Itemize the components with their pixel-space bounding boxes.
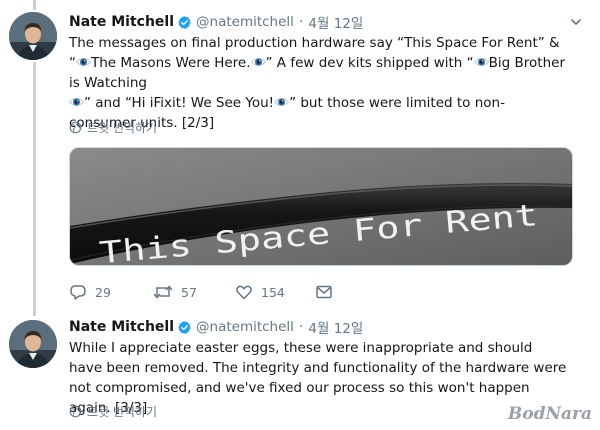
verified-badge-icon bbox=[178, 320, 191, 334]
author-handle[interactable]: @natemitchell bbox=[196, 319, 294, 335]
like-count: 154 bbox=[261, 284, 285, 300]
translate-label: 트윗 번역하기 bbox=[87, 404, 158, 419]
avatar[interactable] bbox=[9, 320, 57, 368]
globe-icon bbox=[69, 405, 82, 418]
eye-icon bbox=[76, 56, 91, 68]
eye-icon bbox=[474, 56, 489, 68]
text-segment: ” and “Hi iFixit! We See You! bbox=[84, 95, 275, 111]
author-name[interactable]: Nate Mitchell bbox=[69, 14, 174, 30]
cable-photo: This Space For Rent bbox=[70, 148, 572, 265]
text-segment: ” A few dev kits shipped with “ bbox=[265, 55, 474, 71]
tweet-media-image[interactable]: This Space For Rent bbox=[69, 147, 573, 266]
separator: · bbox=[298, 14, 304, 30]
retweet-button[interactable]: 57 bbox=[153, 283, 235, 301]
thread-connector-top bbox=[33, 0, 36, 10]
translate-label: 트윗 번역하기 bbox=[87, 120, 158, 135]
text-segment: The Masons Were Here. bbox=[91, 55, 251, 71]
direct-message-button[interactable] bbox=[315, 283, 341, 301]
reply-count: 29 bbox=[95, 284, 111, 300]
heart-icon bbox=[236, 285, 252, 300]
tweet-date[interactable]: 4월 12일 bbox=[308, 317, 363, 337]
globe-icon bbox=[69, 121, 82, 134]
retweet-count: 57 bbox=[181, 284, 197, 300]
eye-icon bbox=[251, 56, 266, 68]
reply-button[interactable]: 29 bbox=[69, 283, 153, 301]
eye-icon bbox=[274, 96, 289, 108]
author-name[interactable]: Nate Mitchell bbox=[69, 319, 174, 335]
retweet-icon bbox=[153, 285, 173, 299]
author-handle[interactable]: @natemitchell bbox=[196, 14, 294, 30]
reply-icon bbox=[70, 285, 86, 300]
translate-tweet-link[interactable]: 트윗 번역하기 bbox=[69, 403, 157, 419]
tweet-date[interactable]: 4월 12일 bbox=[308, 12, 363, 32]
watermark: BodNara bbox=[507, 404, 592, 424]
eye-icon bbox=[69, 96, 84, 108]
like-button[interactable]: 154 bbox=[235, 283, 315, 301]
envelope-icon bbox=[316, 285, 332, 299]
avatar[interactable] bbox=[9, 12, 57, 60]
chevron-down-icon[interactable] bbox=[570, 16, 582, 28]
verified-badge-icon bbox=[178, 15, 191, 29]
translate-tweet-link[interactable]: 트윗 번역하기 bbox=[69, 119, 157, 135]
tweet-header: Nate Mitchell @natemitchell · 4월 12일 bbox=[69, 12, 363, 32]
tweet-header: Nate Mitchell @natemitchell · 4월 12일 bbox=[69, 317, 363, 337]
tweet-actions: 29 57 154 bbox=[69, 282, 341, 302]
separator: · bbox=[298, 319, 304, 335]
thread-connector bbox=[33, 62, 36, 316]
